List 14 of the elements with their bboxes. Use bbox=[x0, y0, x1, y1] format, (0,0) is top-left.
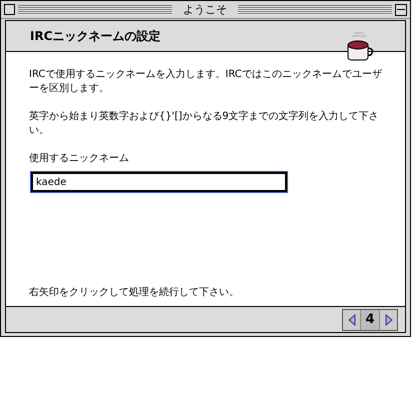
zoom-box[interactable] bbox=[395, 4, 407, 16]
close-box[interactable] bbox=[4, 4, 15, 15]
description-text: 英字から始まり英数字および{}'[]からなる9文字までの文字列を入力して下さい。 bbox=[29, 110, 380, 138]
field-label: 使用するニックネーム bbox=[29, 152, 130, 166]
previous-button[interactable] bbox=[343, 310, 361, 330]
instruction-text: 右矢印をクリックして処理を続行して下さい。 bbox=[29, 286, 240, 300]
left-arrow-icon bbox=[348, 314, 356, 326]
nickname-field[interactable]: kaede bbox=[31, 172, 287, 192]
window-title: ようこそ bbox=[182, 4, 228, 15]
page-number: 4 bbox=[361, 310, 379, 330]
header-title: IRCニックネームの設定 bbox=[30, 28, 161, 45]
next-button[interactable] bbox=[379, 310, 397, 330]
right-arrow-icon bbox=[384, 314, 392, 326]
description-text: IRCで使用するニックネームを入力します。IRCではこのニックネームでユーザーを区別します。 bbox=[29, 68, 383, 96]
